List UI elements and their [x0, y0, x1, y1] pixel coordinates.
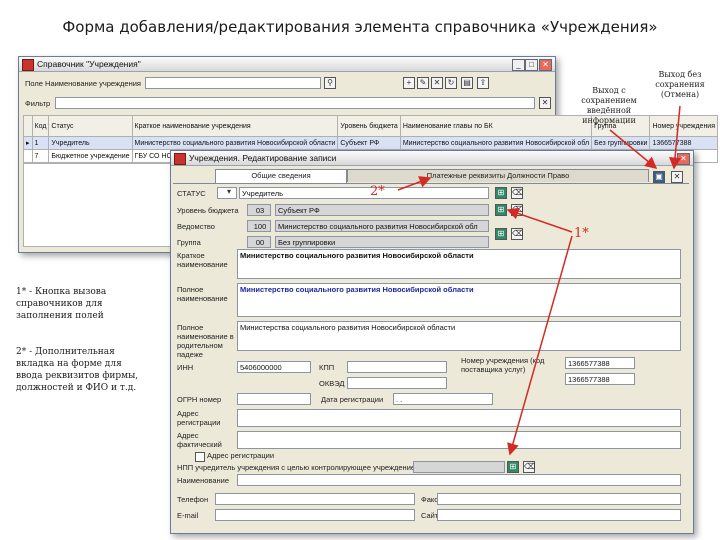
arrow-to-cancel: [669, 105, 681, 170]
arrow-to-parent-lookup: [507, 235, 573, 456]
callout-arrows: [397, 105, 681, 456]
arrow-to-save: [609, 129, 658, 169]
arrow-to-lookup: [506, 207, 573, 233]
arrow-to-tab: [397, 176, 432, 191]
